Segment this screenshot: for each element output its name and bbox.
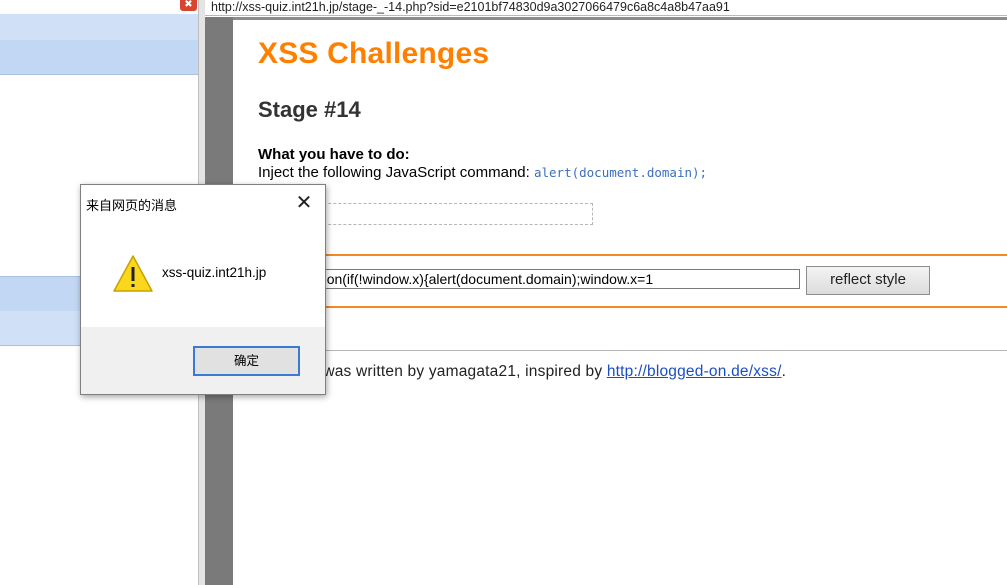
footer-link[interactable]: http://blogged-on.de/xss/: [607, 363, 782, 380]
dialog-message: xss-quiz.int21h.jp: [162, 265, 267, 280]
task-description: Inject the following JavaScript command:…: [258, 164, 707, 181]
ok-button[interactable]: 确定: [193, 346, 300, 376]
footer-text: e was written by yamagata21, inspired by: [310, 363, 607, 380]
task-code: alert(document.domain);: [533, 165, 708, 180]
page-viewport: XSS Challenges Stage #14 What you have t…: [227, 17, 1007, 585]
close-icon[interactable]: ✖: [180, 0, 197, 11]
footer-divider: [233, 350, 1007, 351]
dialog-footer: 确定: [81, 327, 325, 394]
stage-title: Stage #14: [258, 97, 361, 122]
warning-icon: [112, 254, 154, 294]
footer-period: .: [781, 363, 787, 380]
site-title: XSS Challenges: [258, 37, 490, 70]
hint-box: [293, 203, 593, 225]
alert-dialog: 来自网页的消息 ✕ xss-quiz.int21h.jp 确定: [80, 184, 326, 395]
footer-credit: e was written by yamagata21, inspired by…: [310, 363, 786, 381]
payload-form: xss:expres/**/sion(if(!window.x){alert(d…: [227, 257, 1007, 307]
left-panel-header: [0, 14, 198, 40]
form-top-rule: [233, 254, 1007, 256]
task-heading: What you have to do:: [258, 146, 410, 163]
dialog-title: 来自网页的消息: [86, 199, 178, 214]
close-icon[interactable]: ✕: [293, 191, 315, 213]
form-bottom-rule: [233, 306, 1007, 308]
task-text: Inject the following JavaScript command:: [258, 164, 534, 181]
address-bar[interactable]: http://xss-quiz.int21h.jp/stage-_-14.php…: [205, 0, 1007, 16]
left-panel-section[interactable]: [0, 40, 198, 75]
reflect-style-button[interactable]: reflect style: [806, 266, 930, 295]
